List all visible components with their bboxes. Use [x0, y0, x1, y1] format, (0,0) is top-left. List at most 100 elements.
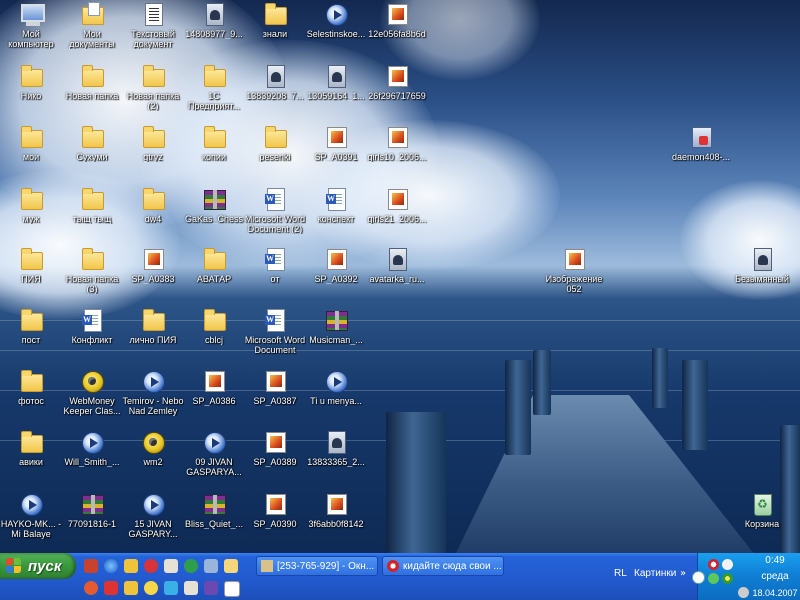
desktop-icon[interactable]: gtryz	[122, 125, 184, 185]
quicklaunch-icon[interactable]	[124, 581, 138, 595]
desktop-icon[interactable]: 1С Предприят...	[183, 64, 245, 124]
desktop-icon[interactable]: SP_A0391	[305, 125, 367, 185]
desktop-icon[interactable]: W Microsoft Word Document	[244, 308, 306, 368]
desktop-icon-label: Will_Smith_...	[64, 457, 120, 467]
desktop-icon[interactable]: wm2	[122, 430, 184, 490]
desktop-icon[interactable]: cblcj	[183, 308, 245, 368]
desktop-icon[interactable]: муж	[0, 187, 62, 247]
tray-icon-opera[interactable]	[708, 559, 719, 570]
desktop-icon[interactable]: тыщ тыщ	[61, 187, 123, 247]
desktop-icon[interactable]: Новая папка	[61, 64, 123, 124]
desktop-icon[interactable]: dw4	[122, 187, 184, 247]
desktop-icon[interactable]: SP_A0390	[244, 492, 306, 552]
desktop-icon[interactable]: 15 JIVAN GASPARY...	[122, 492, 184, 552]
quicklaunch-icon[interactable]	[164, 581, 178, 595]
desktop-icon[interactable]: Нико	[0, 64, 62, 124]
start-button[interactable]: пуск	[0, 553, 76, 579]
image-file-icon	[324, 125, 348, 149]
media-icon[interactable]	[124, 559, 138, 573]
desktop-icon[interactable]: ПИЯ	[0, 247, 62, 307]
desktop-icon[interactable]: Will_Smith_...	[61, 430, 123, 490]
desktop-icon[interactable]: 13059164_1...	[305, 64, 367, 124]
desktop-icon[interactable]: 26f296717659	[366, 64, 428, 124]
desktop-icon[interactable]: avatarka_ru...	[366, 247, 428, 307]
desktop-icon[interactable]: SP_A0383	[122, 247, 184, 307]
desktop-icon[interactable]: Мой компьютер	[0, 2, 62, 62]
desktop-icon[interactable]: мои	[0, 125, 62, 185]
tray-icon-volume[interactable]	[738, 587, 749, 598]
desktop-icon[interactable]: SP_A0386	[183, 369, 245, 429]
desktop-icon[interactable]: АВАТАР	[183, 247, 245, 307]
quicklaunch-icon[interactable]	[144, 581, 158, 595]
desktop-icon[interactable]: SP_A0387	[244, 369, 306, 429]
desktop-icon[interactable]: HAYKO-MK... - Mi Balaye	[0, 492, 62, 552]
desktop-icon[interactable]: girls21_2006...	[366, 187, 428, 247]
tray-expand-icon[interactable]	[692, 571, 705, 584]
media-file-icon	[141, 369, 165, 393]
quicklaunch-icon[interactable]	[224, 581, 240, 597]
desktop-icon[interactable]: Selestinskoe...	[305, 2, 367, 62]
desktop-icon[interactable]: SP_A0392	[305, 247, 367, 307]
task-button-remote[interactable]: [253-765-929] - Окн...	[256, 556, 378, 576]
clock[interactable]: 0:49 среда 18.04.2007	[752, 555, 798, 599]
language-indicator[interactable]: RL	[614, 568, 627, 579]
quicklaunch-icon[interactable]	[204, 581, 218, 595]
desktop-icon[interactable]: Bliss_Quiet_...	[183, 492, 245, 552]
desktop-icon[interactable]: 12e056fa8b6d	[366, 2, 428, 62]
quicklaunch-icon[interactable]	[204, 559, 218, 573]
quicklaunch-icon[interactable]	[184, 581, 198, 595]
desktop-icon[interactable]: пост	[0, 308, 62, 368]
desktop-icon[interactable]: Корзина	[731, 492, 793, 552]
desktop-icon[interactable]: Новая папка (2)	[122, 64, 184, 124]
desktop-icon[interactable]: WebMoney Keeper Clas...	[61, 369, 123, 429]
desktop-icon[interactable]: Сухуми	[61, 125, 123, 185]
quicklaunch-icon[interactable]	[184, 559, 198, 573]
ie-icon[interactable]	[104, 559, 118, 573]
desktop-icon[interactable]: 09 JIVAN GASPARYA...	[183, 430, 245, 490]
desktop-icon[interactable]: Безымянный	[731, 247, 793, 307]
desktop-icon[interactable]: 14808977_9...	[183, 2, 245, 62]
quicklaunch-icon[interactable]	[224, 559, 238, 573]
pictures-toolbar[interactable]: Картинки	[634, 568, 676, 579]
quicklaunch-icon[interactable]	[104, 581, 118, 595]
desktop-icon[interactable]: Ti u menya...	[305, 369, 367, 429]
tray-icon-network[interactable]	[708, 573, 719, 584]
desktop-icon[interactable]: 13833365_2...	[305, 430, 367, 490]
desktop-icon[interactable]: фотос	[0, 369, 62, 429]
desktop-icon[interactable]: Изображение 052	[543, 247, 605, 307]
desktop-icon-label: Текстовый документ	[131, 29, 175, 49]
desktop-icon[interactable]: Мои документы	[61, 2, 123, 62]
desktop-icon[interactable]: daemon408-...	[670, 125, 732, 185]
toolbar-expand-icon[interactable]: »	[680, 568, 686, 579]
desktop-icon-label: daemon408-...	[671, 152, 731, 162]
desktop-icon-label: 09 JIVAN GASPARYA...	[186, 457, 242, 477]
desktop-icon[interactable]: Wконспект	[305, 187, 367, 247]
desktop-icon[interactable]: 3f6abb0f8142	[305, 492, 367, 552]
desktop-icon[interactable]: Musicman_...	[305, 308, 367, 368]
desktop-icon[interactable]: 77091816-1	[61, 492, 123, 552]
desktop-icon[interactable]: GaKas_Chess	[183, 187, 245, 247]
tray-icon-chat[interactable]	[722, 559, 733, 570]
desktop-icon[interactable]: pesenki	[244, 125, 306, 185]
desktop-icon[interactable]: лично ПИЯ	[122, 308, 184, 368]
desktop-icon[interactable]: копии	[183, 125, 245, 185]
quicklaunch-icon[interactable]	[84, 581, 98, 595]
tray-icon-icq[interactable]	[722, 573, 733, 584]
desktop-icon[interactable]: Текстовый документ	[122, 2, 184, 62]
desktop-icon[interactable]: W Конфликт	[61, 308, 123, 368]
quicklaunch-icon[interactable]	[144, 559, 158, 573]
desktop-icon[interactable]: girls10_2006...	[366, 125, 428, 185]
desktop-icon[interactable]: Wот	[244, 247, 306, 307]
quicklaunch-icon[interactable]	[84, 559, 98, 573]
desktop-icon[interactable]: W Microsoft Word Document (2)	[244, 187, 306, 247]
media-file-icon	[324, 369, 348, 393]
task-button-browser[interactable]: кидайте сюда свои ...	[382, 556, 504, 576]
desktop-icon[interactable]: Новая папка (3)	[61, 247, 123, 307]
desktop-icon[interactable]: Temirov - Nebo Nad Zemley	[122, 369, 184, 429]
desktop-icon[interactable]: авики	[0, 430, 62, 490]
quicklaunch-icon[interactable]	[164, 559, 178, 573]
desktop-icon-label: 3f6abb0f8142	[308, 519, 364, 529]
desktop-icon[interactable]: знали	[244, 2, 306, 62]
desktop-icon[interactable]: SP_A0389	[244, 430, 306, 490]
desktop-icon[interactable]: 13839208_7...	[244, 64, 306, 124]
